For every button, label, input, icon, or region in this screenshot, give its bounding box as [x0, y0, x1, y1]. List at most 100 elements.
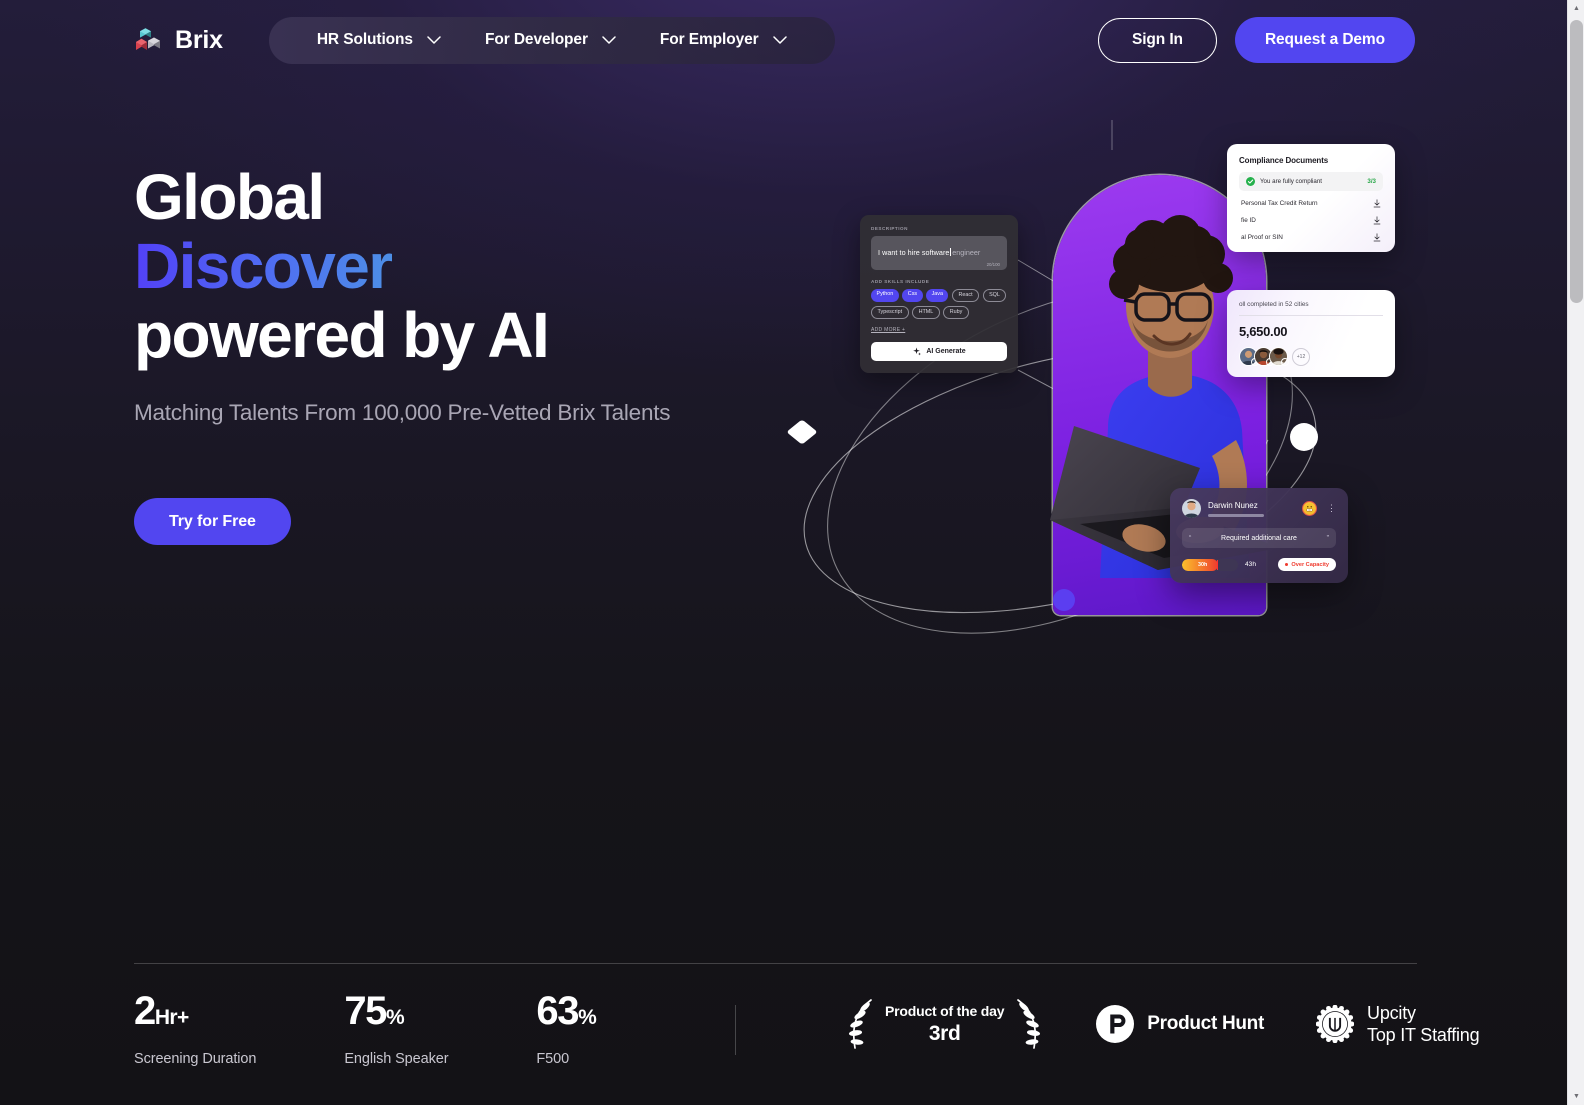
- brand-logo[interactable]: Brix: [134, 24, 223, 56]
- header-actions: Sign In Request a Demo: [1097, 17, 1415, 63]
- compliance-status-banner: You are fully compliant 3/3: [1239, 172, 1383, 191]
- sign-in-button[interactable]: Sign In: [1097, 17, 1217, 63]
- talent-status-card: Darwin Nunez ⋮ “ Required additional car…: [1170, 488, 1348, 583]
- skill-chip[interactable]: React: [951, 289, 980, 303]
- scrollbar-thumb[interactable]: [1570, 20, 1583, 303]
- nav-item-label: HR Solutions: [316, 31, 413, 48]
- chevron-down-icon: [602, 36, 616, 44]
- compliance-document-row[interactable]: al Proof or SIN: [1239, 225, 1383, 242]
- nav-item-for-developer[interactable]: For Developer: [463, 17, 638, 64]
- scroll-up-arrow-icon[interactable]: ▲: [1568, 0, 1584, 17]
- nav-item-label: For Employer: [659, 31, 759, 48]
- nav-item-hr-solutions[interactable]: HR Solutions: [295, 17, 463, 64]
- hours-logged: 30h: [1198, 561, 1208, 568]
- hero-line-1: Global: [134, 161, 325, 233]
- grimacing-face-emoji-icon: [1302, 501, 1317, 516]
- brix-cubes-logo-icon: [136, 28, 160, 50]
- stats-awards-separator: [735, 1005, 736, 1055]
- avatar-photo: [1182, 499, 1201, 518]
- chevron-down-icon: [427, 36, 441, 44]
- description-ghost-text: engineer: [952, 248, 981, 257]
- talent-card-header: Darwin Nunez ⋮: [1182, 499, 1336, 518]
- skill-chip[interactable]: Ruby: [943, 305, 969, 320]
- document-name: Personal Tax Credit Return: [1241, 200, 1318, 207]
- avatar-overflow-count[interactable]: +12: [1292, 347, 1310, 366]
- skill-chip[interactable]: HTML: [912, 305, 940, 320]
- talent-note: “ Required additional care ”: [1182, 528, 1336, 548]
- hero-line-3: powered by AI: [134, 299, 550, 371]
- laurel-wreath-right-icon: [1017, 999, 1041, 1049]
- download-icon[interactable]: [1373, 233, 1381, 242]
- document-name: al Proof or SIN: [1241, 234, 1283, 241]
- laurel-wreath-left-icon: [848, 999, 872, 1049]
- stat-value: 63%: [536, 991, 596, 1038]
- nav-item-for-employer[interactable]: For Employer: [638, 17, 809, 64]
- award-label: Upcity Top IT Staffing: [1367, 1002, 1480, 1046]
- add-more-skills-link[interactable]: ADD MORE +: [871, 327, 1007, 333]
- compliance-document-row[interactable]: Personal Tax Credit Return: [1239, 191, 1383, 208]
- quote-open-icon: “: [1189, 534, 1192, 542]
- scroll-down-arrow-icon[interactable]: ▼: [1568, 1088, 1584, 1105]
- description-label: DESCRIPTION: [871, 226, 908, 231]
- award-upcity[interactable]: Upcity Top IT Staffing: [1316, 1002, 1480, 1046]
- description-input[interactable]: I want to hire software engineer 20/100: [871, 236, 1007, 270]
- upcity-line-2: Top IT Staffing: [1367, 1025, 1480, 1045]
- hero-subtitle: Matching Talents From 100,000 Pre-Vetted…: [134, 400, 671, 425]
- talent-identity: Darwin Nunez: [1208, 501, 1295, 517]
- avatar[interactable]: [1269, 347, 1289, 366]
- talent-note-text: Required additional care: [1221, 534, 1297, 542]
- payroll-amount: 5,650.00: [1239, 324, 1288, 339]
- award-product-of-the-day: Product of the day 3rd: [845, 996, 1044, 1052]
- brand-name: Brix: [175, 25, 223, 54]
- stat-item: 63% F500: [536, 991, 596, 1067]
- chevron-down-icon: [772, 36, 787, 44]
- upcity-line-1: Upcity: [1367, 1003, 1416, 1023]
- skill-chip[interactable]: Css: [902, 289, 923, 303]
- award-product-hunt[interactable]: Product Hunt: [1096, 1005, 1264, 1043]
- award-title: Product of the day: [885, 1002, 1005, 1019]
- usa-flag-icon: [1281, 358, 1289, 366]
- nav-item-label: For Developer: [484, 31, 588, 48]
- hours-progress-bar: 30h: [1182, 558, 1238, 571]
- stat-value: 2Hr+: [134, 991, 256, 1038]
- sparkles-icon: [913, 347, 922, 356]
- document-name: fie ID: [1241, 217, 1256, 224]
- stat-item: 75% English Speaker: [344, 991, 448, 1067]
- avatar[interactable]: [1182, 499, 1201, 518]
- awards-row: Product of the day 3rd Product Hunt Upci…: [845, 996, 1480, 1052]
- ai-job-description-card: DESCRIPTION I want to hire software engin…: [860, 215, 1018, 374]
- stat-unit: %: [386, 1006, 405, 1029]
- compliance-documents-card: Compliance Documents You are fully compl…: [1227, 144, 1395, 252]
- talent-subtitle-placeholder: [1208, 513, 1264, 517]
- skills-label: ADD SKILLS INCLUDE: [871, 279, 930, 284]
- download-icon[interactable]: [1373, 216, 1381, 225]
- page-scrollbar[interactable]: ▲ ▼: [1567, 0, 1584, 1105]
- orbit-purple-dot: [1053, 589, 1075, 611]
- status-dot-icon: [1284, 562, 1289, 567]
- kebab-menu-icon[interactable]: ⋮: [1324, 503, 1336, 513]
- request-demo-button[interactable]: Request a Demo: [1234, 17, 1415, 63]
- talent-capacity-row: 30h 43h Over Capacity: [1182, 558, 1336, 571]
- skill-chip-list: Python Css Java React SQL Typescript HTM…: [871, 289, 1007, 320]
- stat-number: 2: [134, 989, 156, 1033]
- award-text-block: Product of the day 3rd: [883, 1003, 1006, 1046]
- compliance-card-title: Compliance Documents: [1239, 156, 1329, 165]
- quote-close-icon: ”: [1326, 534, 1329, 542]
- stat-number: 63: [536, 989, 579, 1033]
- payroll-headline: oll completed in 52 cities: [1239, 301, 1383, 316]
- award-label: Product Hunt: [1147, 1013, 1265, 1034]
- skill-chip[interactable]: Java: [926, 289, 949, 303]
- stat-label: F500: [536, 1051, 570, 1067]
- stat-label: English Speaker: [344, 1051, 449, 1067]
- stat-number: 75: [344, 989, 387, 1033]
- skill-chip[interactable]: Python: [871, 289, 899, 303]
- character-counter: 20/100: [986, 262, 1000, 267]
- stat-value: 75%: [344, 991, 448, 1038]
- download-icon[interactable]: [1373, 199, 1381, 208]
- compliance-document-row[interactable]: fie ID: [1239, 208, 1383, 225]
- ai-generate-button[interactable]: AI Generate: [871, 342, 1007, 362]
- skill-chip[interactable]: Typescript: [871, 305, 909, 320]
- skill-chip[interactable]: SQL: [982, 289, 1007, 303]
- try-for-free-button[interactable]: Try for Free: [134, 498, 291, 545]
- product-hunt-icon: [1096, 1005, 1135, 1043]
